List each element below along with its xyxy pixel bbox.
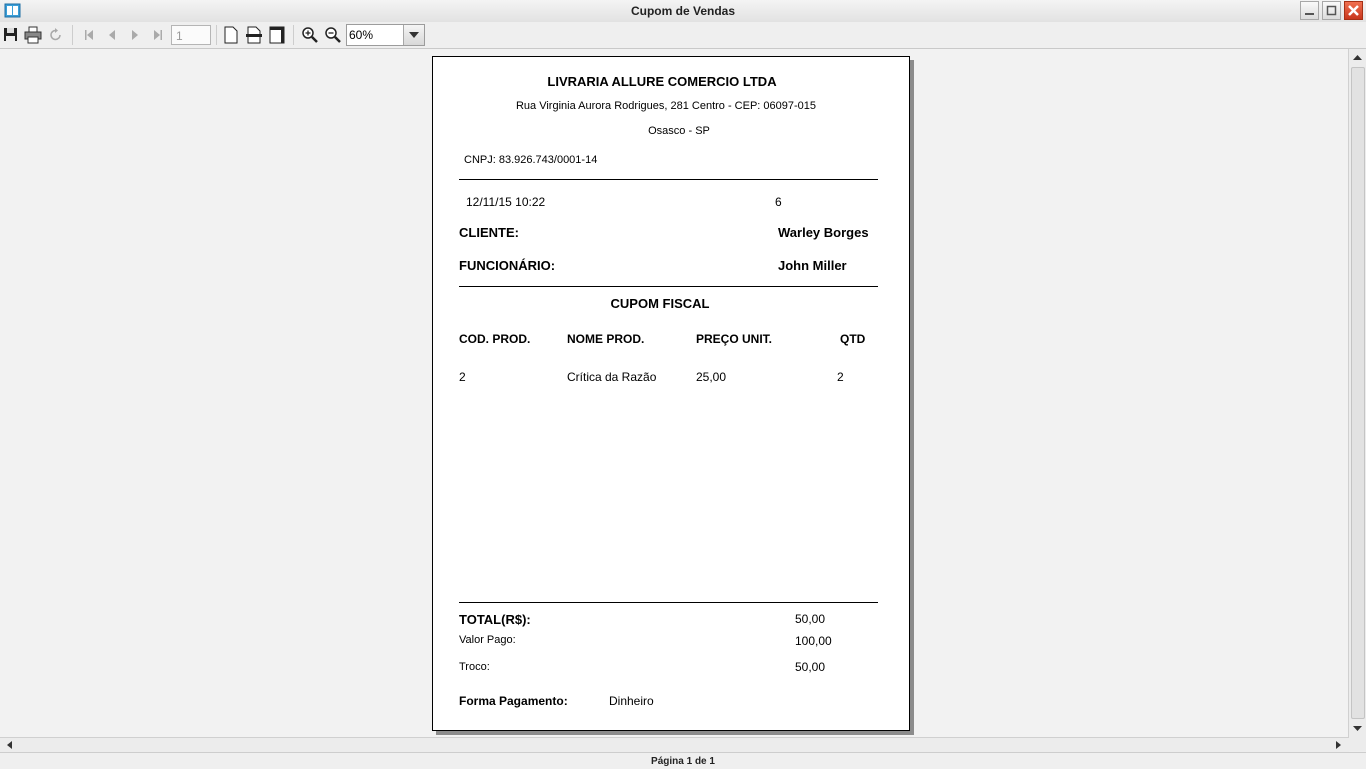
column-header-code: COD. PROD. xyxy=(459,332,531,346)
refresh-icon xyxy=(50,28,61,41)
scroll-up-button[interactable] xyxy=(1349,50,1366,66)
company-name: LIVRARIA ALLURE COMERCIO LTDA xyxy=(547,74,777,89)
toolbar-separator xyxy=(216,25,217,45)
previous-page-button[interactable] xyxy=(102,25,122,45)
scroll-right-button[interactable] xyxy=(1330,738,1346,752)
scrollbar-corner xyxy=(1349,737,1366,751)
payment-method-value: Dinheiro xyxy=(609,694,654,708)
page-icon xyxy=(224,26,238,44)
chevron-down-icon xyxy=(409,32,419,38)
divider xyxy=(459,602,878,603)
zoom-in-button[interactable] xyxy=(300,25,320,45)
horizontal-scrollbar[interactable] xyxy=(0,737,1349,752)
zoom-in-icon xyxy=(302,27,318,43)
total-label: TOTAL(R$): xyxy=(459,612,531,627)
zoom-value: 60% xyxy=(349,28,374,42)
paid-label: Valor Pago: xyxy=(459,634,516,646)
vertical-scrollbar[interactable] xyxy=(1348,49,1366,738)
column-header-name: NOME PROD. xyxy=(567,332,645,346)
change-value: 50,00 xyxy=(795,660,826,674)
previous-page-icon xyxy=(109,30,115,40)
first-page-icon xyxy=(85,30,93,40)
whole-page-icon xyxy=(269,26,285,44)
page-width-button[interactable] xyxy=(244,25,264,45)
zoom-out-button[interactable] xyxy=(323,25,343,45)
next-page-button[interactable] xyxy=(125,25,145,45)
save-button[interactable] xyxy=(1,25,21,45)
print-button[interactable] xyxy=(23,25,43,45)
first-page-button[interactable] xyxy=(79,25,99,45)
scroll-left-button[interactable] xyxy=(2,738,18,752)
item-quantity: 2 xyxy=(837,370,844,384)
divider xyxy=(459,286,878,287)
column-header-price: PREÇO UNIT. xyxy=(696,332,773,346)
client-label: CLIENTE: xyxy=(459,225,519,240)
report-toolbar: 1 60% xyxy=(0,22,1366,49)
company-cnpj: CNPJ: 83.926.743/0001-14 xyxy=(464,154,598,166)
arrow-up-icon xyxy=(1353,55,1362,60)
status-bar: Página 1 de 1 xyxy=(0,752,1366,769)
close-icon xyxy=(1348,5,1359,16)
scroll-down-button[interactable] xyxy=(1349,721,1366,737)
vertical-scroll-thumb[interactable] xyxy=(1351,67,1365,719)
company-city: Osasco - SP xyxy=(648,125,710,137)
sale-datetime: 12/11/15 10:22 xyxy=(466,195,546,209)
window-title: Cupom de Vendas xyxy=(630,4,736,18)
zoom-select[interactable]: 60% xyxy=(346,24,425,46)
zoom-out-icon xyxy=(325,27,341,43)
title-bar: Cupom de Vendas xyxy=(0,0,1366,23)
single-page-button[interactable] xyxy=(221,25,241,45)
item-code: 2 xyxy=(459,370,466,384)
toolbar-separator xyxy=(293,25,294,45)
total-value: 50,00 xyxy=(795,612,826,626)
payment-method-label: Forma Pagamento: xyxy=(459,694,568,708)
paid-value: 100,00 xyxy=(795,634,832,648)
maximize-icon xyxy=(1326,5,1337,16)
last-page-icon xyxy=(154,30,162,40)
refresh-button[interactable] xyxy=(46,25,66,45)
save-icon xyxy=(4,28,17,41)
minimize-icon xyxy=(1305,13,1314,15)
printer-icon xyxy=(24,26,42,44)
employee-name: John Miller xyxy=(778,258,847,273)
whole-page-button[interactable] xyxy=(267,25,287,45)
zoom-dropdown-button[interactable] xyxy=(403,25,424,45)
column-header-qty: QTD xyxy=(840,332,866,346)
arrow-down-icon xyxy=(1353,726,1362,731)
section-title: CUPOM FISCAL xyxy=(610,296,710,311)
item-name: Crítica da Razão xyxy=(567,370,657,384)
last-page-button[interactable] xyxy=(148,25,168,45)
close-button[interactable] xyxy=(1344,1,1363,20)
item-unit-price: 25,00 xyxy=(696,370,727,384)
page-number-input[interactable]: 1 xyxy=(171,25,211,45)
arrow-right-icon xyxy=(1336,741,1341,749)
sale-number: 6 xyxy=(775,195,782,209)
company-address: Rua Virginia Aurora Rodrigues, 281 Centr… xyxy=(515,100,817,112)
minimize-button[interactable] xyxy=(1300,1,1319,20)
next-page-icon xyxy=(132,30,138,40)
divider xyxy=(459,179,878,180)
receipt-page: LIVRARIA ALLURE COMERCIO LTDA Rua Virgin… xyxy=(432,56,910,731)
page-indicator: Página 1 de 1 xyxy=(651,756,715,767)
toolbar-separator xyxy=(72,25,73,45)
client-name: Warley Borges xyxy=(778,225,869,240)
page-width-icon xyxy=(246,26,262,44)
arrow-left-icon xyxy=(7,741,12,749)
maximize-button[interactable] xyxy=(1322,1,1341,20)
change-label: Troco: xyxy=(459,661,490,673)
employee-label: FUNCIONÁRIO: xyxy=(459,258,556,273)
